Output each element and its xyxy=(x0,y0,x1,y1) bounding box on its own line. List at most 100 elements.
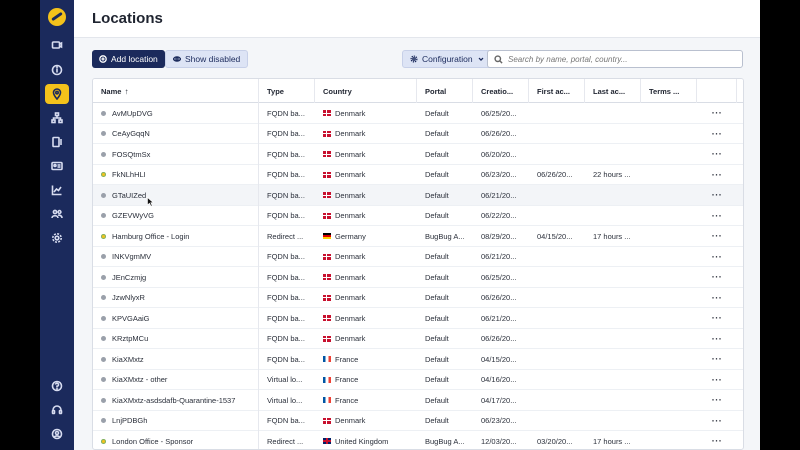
sidebar-item-network[interactable] xyxy=(45,108,69,128)
table-row[interactable]: JzwNlyxR FQDN ba... Denmark Default 06/26/20… xyxy=(93,287,743,309)
cell-type: Virtual lo... xyxy=(259,370,315,391)
row-more-button[interactable]: ··· xyxy=(712,375,723,385)
row-more-button[interactable]: ··· xyxy=(712,334,723,344)
search-field[interactable] xyxy=(487,50,743,68)
cell-type-text: FQDN ba... xyxy=(267,170,305,180)
row-more-button[interactable]: ··· xyxy=(712,416,723,426)
cell-portal-text: Default xyxy=(425,293,449,303)
row-more-button[interactable]: ··· xyxy=(712,313,723,323)
row-more-button[interactable]: ··· xyxy=(712,108,723,118)
column-header-actions xyxy=(697,79,737,103)
sidebar-item-users[interactable] xyxy=(45,204,69,224)
column-header-type[interactable]: Type xyxy=(259,79,315,103)
table-row[interactable]: GTaUIZed FQDN ba... Denmark Default 06/21/20… xyxy=(93,185,743,206)
cell-terms xyxy=(641,431,697,449)
logo-icon[interactable] xyxy=(48,8,66,26)
row-more-button[interactable]: ··· xyxy=(712,149,723,159)
cell-name-text: KPVGAaiG xyxy=(112,313,150,323)
column-header-last-activity[interactable]: Last ac... xyxy=(585,79,641,103)
row-more-button[interactable]: ··· xyxy=(712,252,723,262)
table-header: Name ↑ Type Country Portal Creatio... Fir… xyxy=(93,79,743,103)
sidebar-item-messages[interactable] xyxy=(45,36,69,56)
row-more-button[interactable]: ··· xyxy=(712,190,723,200)
sidebar-item-support[interactable] xyxy=(45,400,69,420)
status-dot-icon xyxy=(101,131,106,137)
cell-first-activity xyxy=(529,308,585,329)
column-header-terms[interactable]: Terms ... xyxy=(641,79,697,103)
table-row[interactable]: London Office - Sponsor Redirect ... Unite… xyxy=(93,431,743,449)
table-row[interactable]: FOSQtmSx FQDN ba... Denmark Default 06/20/20… xyxy=(93,144,743,165)
cell-country: Denmark xyxy=(315,288,417,309)
row-more-button[interactable]: ··· xyxy=(712,293,723,303)
cell-first-activity xyxy=(529,411,585,432)
sidebar-item-settings[interactable] xyxy=(45,228,69,248)
column-header-country[interactable]: Country xyxy=(315,79,417,103)
row-more-button[interactable]: ··· xyxy=(712,395,723,405)
sidebar-item-help[interactable] xyxy=(45,376,69,396)
cell-portal-text: Default xyxy=(425,334,449,344)
table-row[interactable]: KiaXMxtz-asdsdafb-Quarantine-1537 Virtual… xyxy=(93,390,743,411)
sidebar-item-info[interactable] xyxy=(45,60,69,80)
cell-country-text: Germany xyxy=(335,231,366,241)
table-row[interactable]: INKVgmMV FQDN ba... Denmark Default 06/21/20… xyxy=(93,246,743,268)
table-row[interactable]: KiaXMxtz - other Virtual lo... France Defau… xyxy=(93,369,743,391)
cell-name: FkNLhHLI xyxy=(93,164,259,185)
cell-actions: ··· xyxy=(697,226,737,247)
cell-name: London Office - Sponsor xyxy=(93,431,259,449)
column-header-creation[interactable]: Creatio... xyxy=(473,79,529,103)
table-row[interactable]: GZEVWyVG FQDN ba... Denmark Default 06/22/20… xyxy=(93,205,743,227)
cell-type-text: FQDN ba... xyxy=(267,211,305,221)
cell-portal: Default xyxy=(417,390,473,411)
table-row[interactable]: KPVGAaiG FQDN ba... Denmark Default 06/21/20… xyxy=(93,308,743,329)
cell-name-text: GZEVWyVG xyxy=(112,211,155,221)
table-row[interactable]: AvMUpDVG FQDN ba... Denmark Default 06/25/20… xyxy=(93,103,743,124)
sidebar-item-id-card[interactable] xyxy=(45,156,69,176)
row-more-button[interactable]: ··· xyxy=(712,129,723,139)
table-row[interactable]: JEnCzmjg FQDN ba... Denmark Default 06/25/20… xyxy=(93,267,743,288)
row-more-button[interactable]: ··· xyxy=(712,170,723,180)
configuration-button[interactable]: Configuration xyxy=(402,50,493,68)
column-header-portal[interactable]: Portal xyxy=(417,79,473,103)
cell-name: KiaXMxtz - other xyxy=(93,369,259,390)
cell-terms xyxy=(641,206,697,227)
cell-terms xyxy=(641,390,697,411)
cell-actions: ··· xyxy=(697,144,737,165)
table-row[interactable]: LnjPDBGh FQDN ba... Denmark Default 06/23/20… xyxy=(93,410,743,432)
show-disabled-button[interactable]: Show disabled xyxy=(165,50,249,68)
row-more-button[interactable]: ··· xyxy=(712,231,723,241)
table-row[interactable]: CeAyGqqN FQDN ba... Denmark Default 06/26/20… xyxy=(93,123,743,144)
cell-actions: ··· xyxy=(697,103,737,124)
cell-country: Denmark xyxy=(315,144,417,165)
sidebar-item-analytics[interactable] xyxy=(45,180,69,200)
table-row[interactable]: Hamburg Office - Login Redirect ... German… xyxy=(93,226,743,247)
cell-terms xyxy=(641,103,697,124)
sidebar-item-display[interactable] xyxy=(45,132,69,152)
row-more-button[interactable]: ··· xyxy=(712,354,723,364)
cell-type: FQDN ba... xyxy=(259,165,315,186)
search-input[interactable] xyxy=(508,54,736,64)
cell-name: LnjPDBGh xyxy=(93,410,259,431)
eye-icon xyxy=(173,56,181,62)
row-more-button[interactable]: ··· xyxy=(712,272,723,282)
cell-type: FQDN ba... xyxy=(259,349,315,370)
column-header-name[interactable]: Name ↑ xyxy=(93,79,259,103)
row-more-button[interactable]: ··· xyxy=(712,211,723,221)
cell-created: 06/26/20... xyxy=(473,329,529,350)
cell-country-text: Denmark xyxy=(335,416,366,426)
column-header-first-activity[interactable]: First ac... xyxy=(529,79,585,103)
flag-dk-icon xyxy=(323,417,331,424)
add-location-button[interactable]: Add location xyxy=(92,50,165,68)
cell-type-text: FQDN ba... xyxy=(267,190,305,200)
sidebar-item-locations[interactable] xyxy=(45,84,69,104)
sidebar-item-account[interactable] xyxy=(45,424,69,444)
cell-first-activity: 03/20/20... xyxy=(529,431,585,449)
table-row[interactable]: KRztpMCu FQDN ba... Denmark Default 06/26/20… xyxy=(93,328,743,350)
cell-created: 06/25/20... xyxy=(473,267,529,288)
headset-icon xyxy=(51,405,63,415)
row-more-button[interactable]: ··· xyxy=(712,436,723,446)
cell-terms xyxy=(641,247,697,268)
cell-last-activity xyxy=(585,349,641,370)
table-row[interactable]: KiaXMxtz FQDN ba... France Default 04/15/20.… xyxy=(93,349,743,370)
table-row[interactable]: FkNLhHLI FQDN ba... Denmark Default 06/23/20… xyxy=(93,164,743,186)
search-icon xyxy=(494,54,503,64)
